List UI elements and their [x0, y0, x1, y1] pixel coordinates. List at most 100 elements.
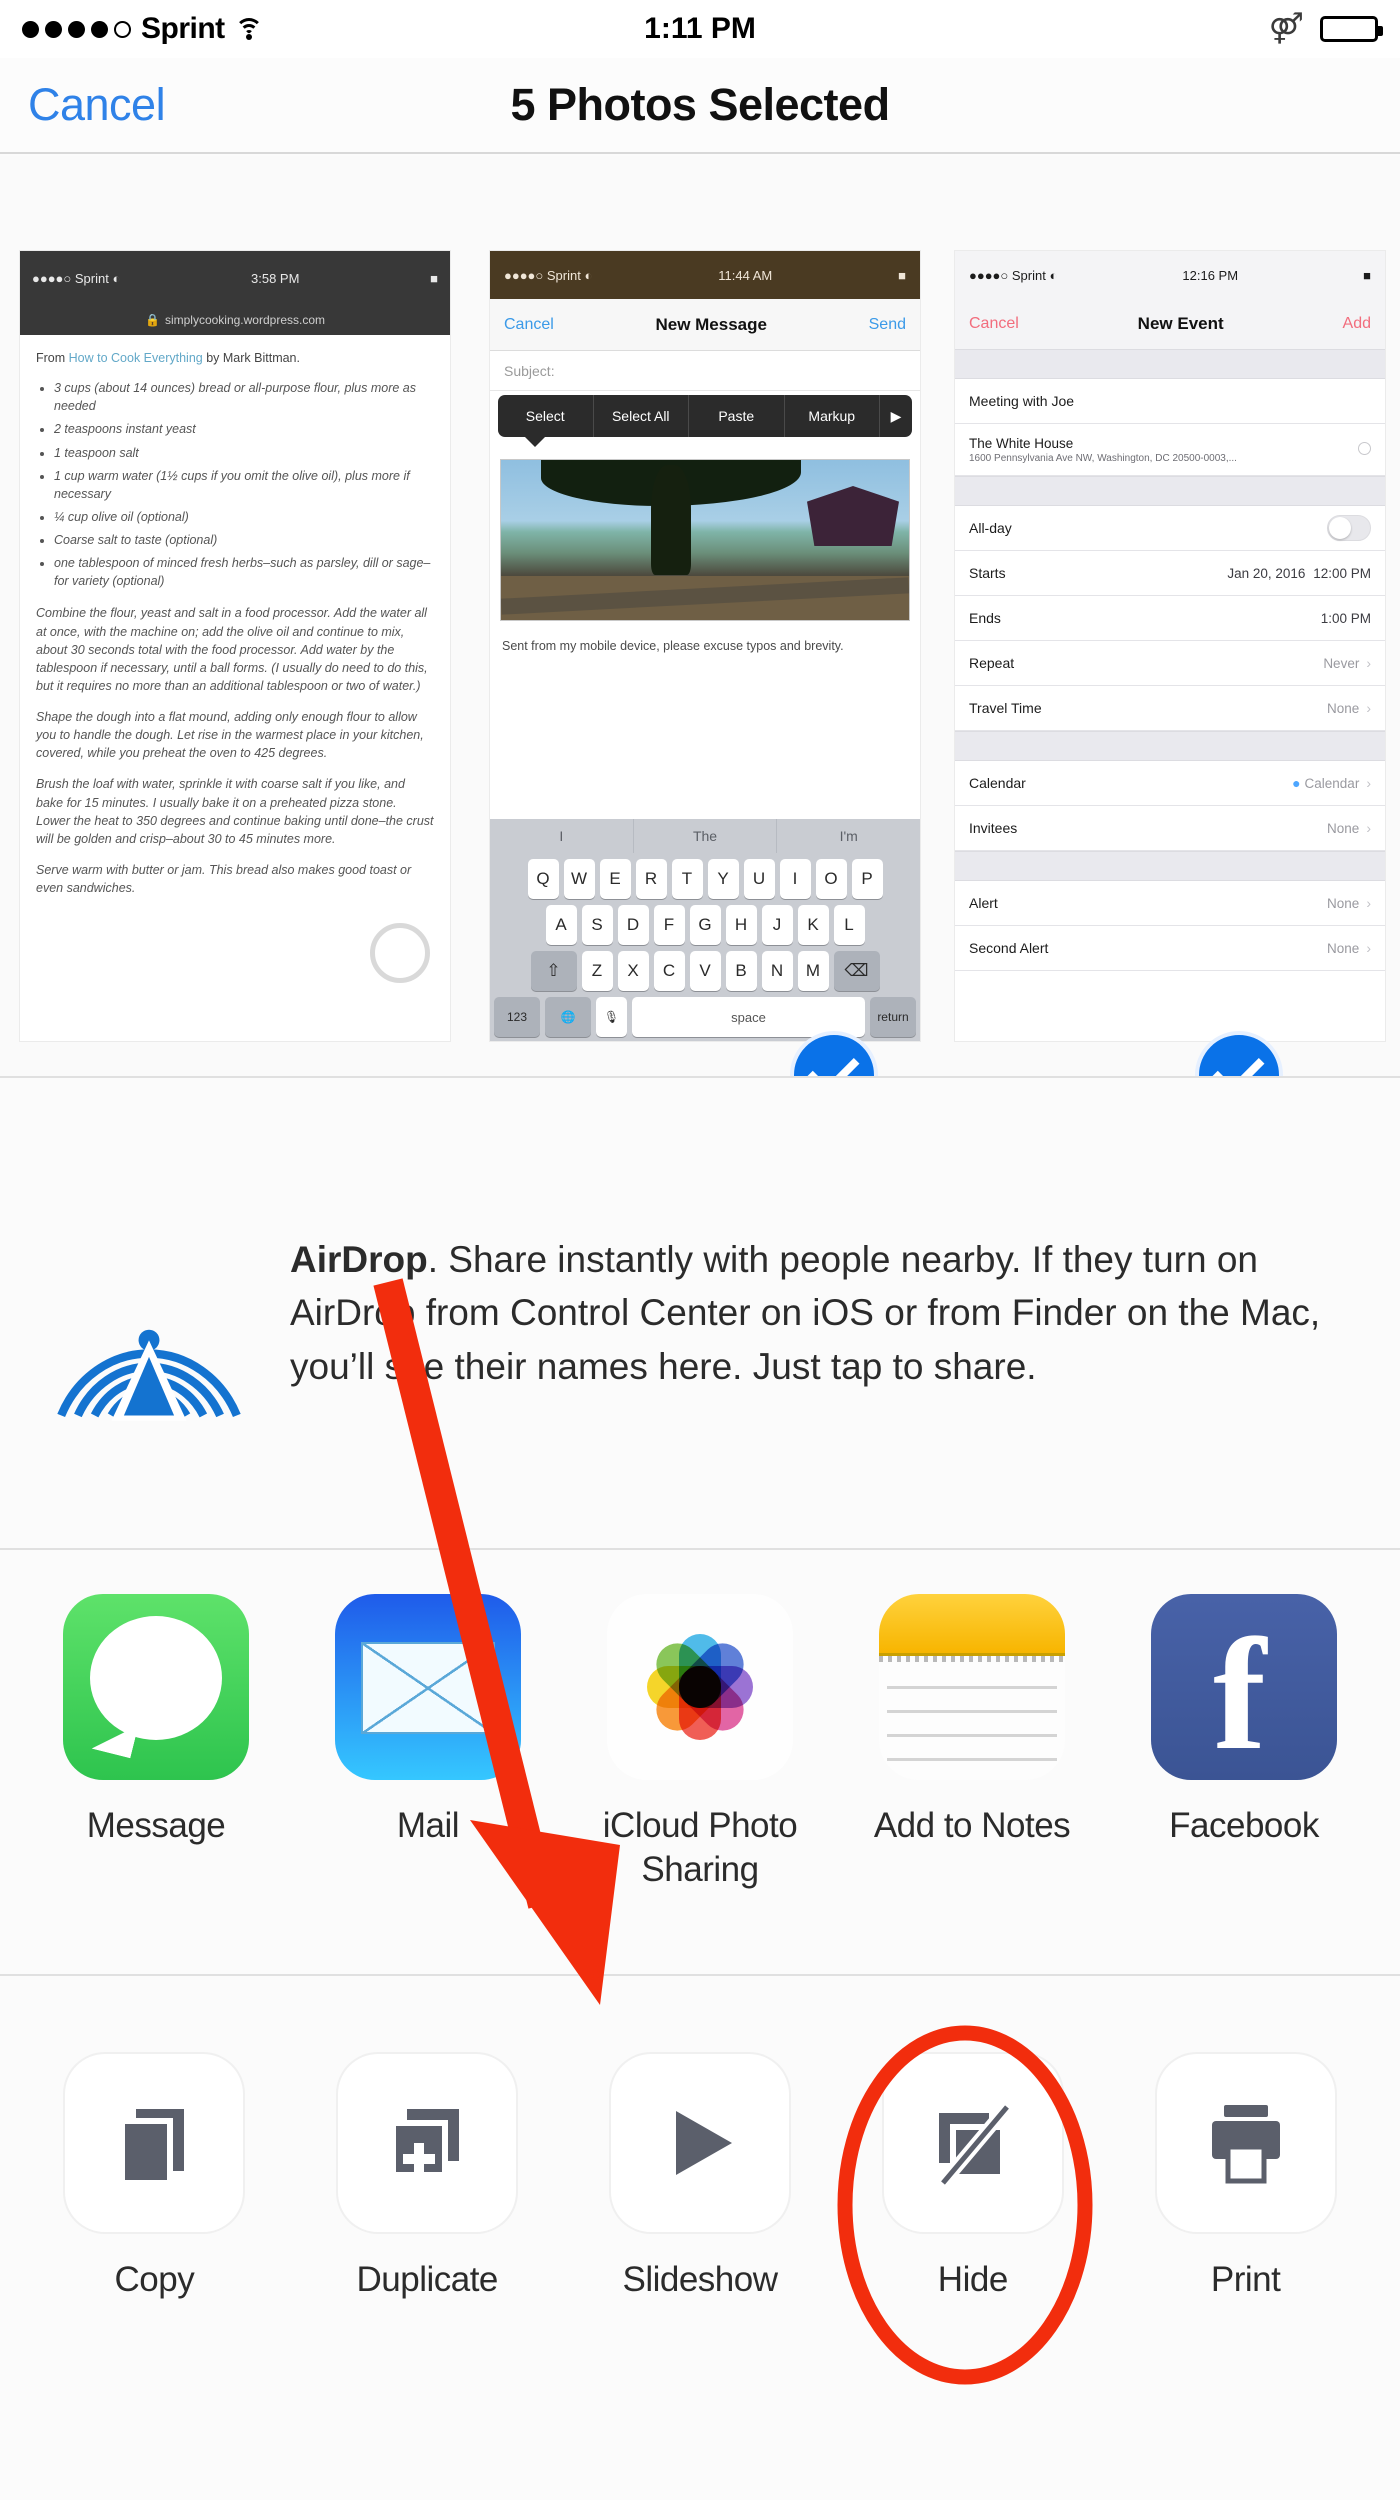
thumb3-cancel-button[interactable]: Cancel	[969, 315, 1019, 333]
thumb3-row-calendar[interactable]: Calendar ● Calendar ›	[955, 761, 1385, 806]
copy-icon[interactable]	[65, 2054, 244, 2232]
thumb2-send-button[interactable]: Send	[869, 316, 906, 334]
globe-key-icon[interactable]: 🌐	[545, 997, 591, 1037]
prediction-3[interactable]: I'm	[777, 819, 920, 853]
all-day-toggle[interactable]	[1327, 515, 1371, 541]
prediction-1[interactable]: I	[490, 819, 634, 853]
key[interactable]: Q	[527, 859, 559, 899]
thumb3-row-invitees[interactable]: Invitees None ›	[955, 806, 1385, 851]
thumb2-context-menu[interactable]: Select Select All Paste Markup ▶	[498, 395, 912, 447]
thumb3-add-button[interactable]: Add	[1343, 315, 1371, 333]
key[interactable]: X	[617, 951, 649, 991]
share-app-add-to-notes[interactable]: Add to Notes	[836, 1594, 1108, 1848]
mail-app-icon[interactable]	[335, 1594, 521, 1780]
return-key[interactable]: return	[870, 997, 916, 1037]
key[interactable]: I	[779, 859, 811, 899]
key[interactable]: L	[833, 905, 865, 945]
backspace-key[interactable]: ⌫	[833, 951, 880, 991]
menu-more-arrow-icon[interactable]: ▶	[880, 395, 912, 437]
cancel-button[interactable]: Cancel	[28, 79, 166, 131]
thumb3-row-second-alert[interactable]: Second Alert None ›	[955, 926, 1385, 971]
key[interactable]: Y	[707, 859, 739, 899]
key[interactable]: Z	[581, 951, 613, 991]
key[interactable]: V	[689, 951, 721, 991]
ends-time: 1:00 PM	[1320, 610, 1371, 626]
share-app-facebook[interactable]: f Facebook	[1108, 1594, 1380, 1848]
thumb2-keyboard[interactable]: I The I'm Q W E R T Y U I O P A S D F G …	[490, 819, 920, 1041]
share-app-mail[interactable]: Mail	[292, 1594, 564, 1848]
predictive-bar[interactable]: I The I'm	[490, 819, 920, 853]
menu-item-select-all[interactable]: Select All	[594, 395, 689, 437]
action-copy[interactable]: Copy	[18, 2054, 291, 2300]
key[interactable]: D	[617, 905, 649, 945]
carrier-label: Sprint	[141, 12, 225, 45]
thumb3-location-field[interactable]: The White House 1600 Pennsylvania Ave NW…	[955, 424, 1385, 476]
key[interactable]: P	[851, 859, 883, 899]
slideshow-play-icon[interactable]	[610, 2054, 789, 2232]
key[interactable]: R	[635, 859, 667, 899]
thumb2-subject-field[interactable]: Subject:	[490, 351, 920, 391]
thumb2-cancel-button[interactable]: Cancel	[504, 316, 554, 334]
thumb3-row-travel-time[interactable]: Travel Time None ›	[955, 686, 1385, 731]
key[interactable]: U	[743, 859, 775, 899]
key[interactable]: G	[689, 905, 721, 945]
share-app-icloud-photo-sharing[interactable]: iCloud Photo Sharing	[564, 1594, 836, 1892]
thumb3-row-all-day[interactable]: All-day	[955, 506, 1385, 551]
key[interactable]: W	[563, 859, 595, 899]
thumb3-row-alert[interactable]: Alert None ›	[955, 881, 1385, 926]
share-apps-row[interactable]: Message Mail iCloud Photo Sharing Add to…	[0, 1552, 1400, 1976]
photo-thumbnail-safari-recipe[interactable]: ●●●●○ Sprint ◐ 3:58 PM ■ 🔒 simplycooking.…	[20, 251, 450, 1041]
messages-app-icon[interactable]	[63, 1594, 249, 1780]
keyboard-row-2[interactable]: A S D F G H J K L	[490, 899, 920, 945]
key[interactable]: B	[725, 951, 757, 991]
thumb3-event-title-field[interactable]: Meeting with Joe	[955, 379, 1385, 424]
menu-item-select[interactable]: Select	[498, 395, 594, 437]
key[interactable]: K	[797, 905, 829, 945]
keyboard-row-4[interactable]: 123 🌐 🎙 space return	[490, 991, 920, 1037]
prediction-2[interactable]: The	[634, 819, 778, 853]
key[interactable]: N	[761, 951, 793, 991]
numbers-key[interactable]: 123	[494, 997, 540, 1037]
photo-thumbnail-new-message[interactable]: ●●●●○ Sprint ◐ 11:44 AM ■ Cancel New Mes…	[490, 251, 920, 1041]
notes-app-icon[interactable]	[879, 1594, 1065, 1780]
action-print[interactable]: Print	[1109, 2054, 1382, 2300]
shift-key[interactable]: ⇧	[530, 951, 577, 991]
key[interactable]: C	[653, 951, 685, 991]
key[interactable]: F	[653, 905, 685, 945]
actions-row[interactable]: Copy Duplicate Slideshow Hide Print	[0, 1976, 1400, 2500]
key[interactable]: T	[671, 859, 703, 899]
action-slideshow[interactable]: Slideshow	[564, 2054, 837, 2300]
key[interactable]: H	[725, 905, 757, 945]
thumb3-row-repeat[interactable]: Repeat Never ›	[955, 641, 1385, 686]
menu-item-paste[interactable]: Paste	[689, 395, 785, 437]
selected-photos-strip[interactable]: ●●●●○ Sprint ◐ 3:58 PM ■ 🔒 simplycooking.…	[0, 156, 1400, 1076]
key[interactable]: A	[545, 905, 577, 945]
action-hide[interactable]: Hide	[836, 2054, 1109, 2300]
key[interactable]: S	[581, 905, 613, 945]
status-bar-left: Sprint	[22, 12, 644, 46]
keyboard-row-3[interactable]: ⇧ Z X C V B N M ⌫	[490, 945, 920, 991]
keyboard-row-1[interactable]: Q W E R T Y U I O P	[490, 853, 920, 899]
starts-time: 12:00 PM	[1313, 566, 1371, 581]
key[interactable]: E	[599, 859, 631, 899]
menu-item-markup[interactable]: Markup	[785, 395, 880, 437]
action-duplicate[interactable]: Duplicate	[291, 2054, 564, 2300]
facebook-app-icon[interactable]: f	[1151, 1594, 1337, 1780]
thumb1-ingredient-list: 3 cups (about 14 ounces) bread or all-pu…	[54, 379, 434, 590]
thumb1-article: From How to Cook Everything by Mark Bitt…	[20, 335, 450, 924]
key[interactable]: M	[797, 951, 829, 991]
key[interactable]: J	[761, 905, 793, 945]
thumb3-row-starts[interactable]: Starts Jan 20, 2016 12:00 PM	[955, 551, 1385, 596]
hide-icon[interactable]	[883, 2054, 1062, 2232]
share-app-label: Message	[86, 1806, 226, 1845]
photo-thumbnail-new-event[interactable]: ●●●●○ Sprint ◐ 12:16 PM ■ Cancel New Eve…	[955, 251, 1385, 1041]
key[interactable]: O	[815, 859, 847, 899]
share-app-message[interactable]: Message	[20, 1594, 292, 1848]
duplicate-icon[interactable]	[338, 2054, 517, 2232]
thumb3-spacer-2	[955, 476, 1385, 506]
print-icon[interactable]	[1156, 2054, 1335, 2232]
dictation-key-icon[interactable]: 🎙	[596, 997, 627, 1037]
thumb3-row-ends[interactable]: Ends 1:00 PM	[955, 596, 1385, 641]
share-app-label: iCloud Photo Sharing	[602, 1806, 798, 1889]
icloud-photo-sharing-icon[interactable]	[607, 1594, 793, 1780]
